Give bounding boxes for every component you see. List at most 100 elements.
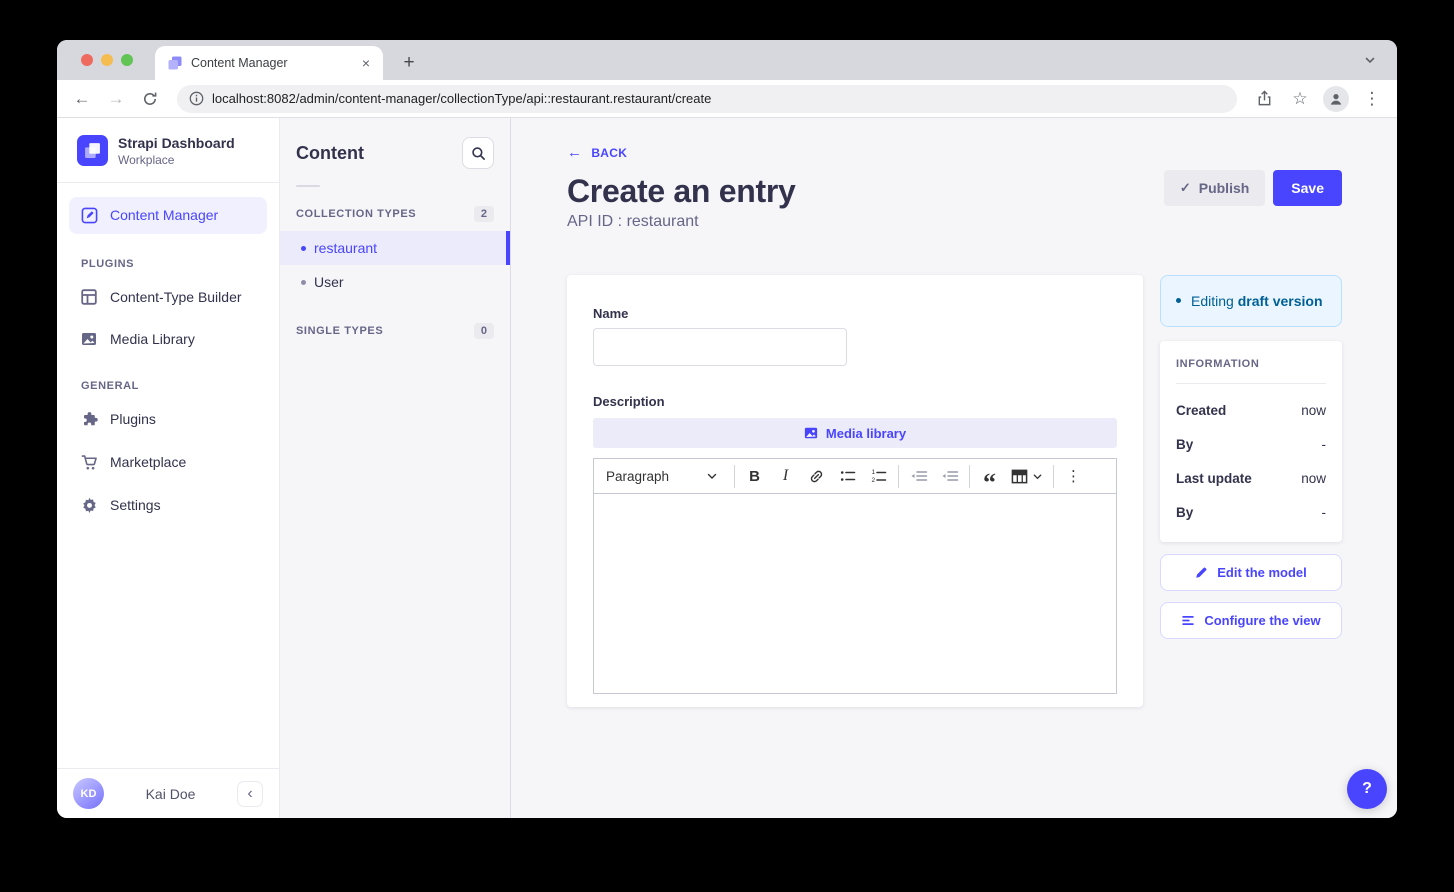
sidebar-item-content-manager[interactable]: Content Manager [69,197,267,234]
draft-status-box: Editing draft version [1160,275,1342,327]
configure-view-button[interactable]: Configure the view [1160,602,1342,639]
subnav-title: Content [296,143,364,164]
count-badge: 0 [474,323,494,339]
paragraph-style-dropdown[interactable]: Paragraph [596,469,730,484]
publish-button[interactable]: ✓ Publish [1164,170,1265,206]
browser-profile-icon[interactable] [1323,86,1349,112]
information-divider [1176,383,1326,384]
brand-title: Strapi Dashboard [118,135,235,153]
toolbar-more-icon[interactable]: ⋮ [1058,462,1089,491]
user-avatar[interactable]: KD [73,778,104,809]
subnav-item-restaurant[interactable]: restaurant [280,231,510,265]
help-button[interactable]: ? [1347,769,1387,809]
link-icon[interactable] [801,462,832,491]
strapi-logo-icon [77,135,108,166]
toolbar-actions: ☆ ⋮ [1251,86,1385,112]
main-sidebar: Strapi Dashboard Workplace Content Manag… [57,118,280,818]
information-title: INFORMATION [1176,358,1326,370]
sidebar-item-marketplace[interactable]: Marketplace [57,441,279,484]
address-bar[interactable]: localhost:8082/admin/content-manager/col… [177,85,1237,113]
page-title: Create an entry [567,173,796,210]
forward-icon[interactable]: → [103,86,129,112]
group-label: SINGLE TYPES [296,325,383,337]
status-dot-icon [1176,298,1181,303]
bookmark-star-icon[interactable]: ☆ [1287,86,1313,112]
gear-icon [81,497,98,514]
toolbar-separator [1053,465,1054,488]
browser-tab[interactable]: Content Manager × [155,46,383,80]
sidebar-item-label: Marketplace [110,454,186,470]
collapse-sidebar-icon[interactable]: ‹ [237,781,263,807]
indent-icon[interactable] [903,462,934,491]
subnav-item-user[interactable]: User [280,265,510,299]
sidebar-item-label: Content Manager [110,207,218,223]
sidebar-item-settings[interactable]: Settings [57,484,279,527]
toolbar-separator [969,465,970,488]
new-tab-button[interactable]: + [395,49,423,77]
bold-icon[interactable]: B [739,462,770,491]
name-input[interactable] [593,328,847,366]
bulleted-list-icon[interactable] [832,462,863,491]
media-library-button[interactable]: Media library [593,418,1117,448]
check-icon: ✓ [1180,180,1191,196]
cart-icon [81,454,98,471]
sidebar-item-content-type-builder[interactable]: Content-Type Builder [57,276,279,318]
group-label: COLLECTION TYPES [296,208,416,220]
toolbar-separator [734,465,735,488]
favicon-strapi-icon [167,55,183,71]
editor-textarea[interactable] [594,494,1116,693]
browser-tabstrip: Content Manager × + [57,40,1397,80]
tab-close-icon[interactable]: × [357,54,375,72]
back-icon[interactable]: ← [69,86,95,112]
outdent-icon[interactable] [934,462,965,491]
browser-toolbar: ← → localhost:8082/admin/content-manager… [57,80,1397,118]
share-icon[interactable] [1251,86,1277,112]
rich-text-editor: Paragraph B I [593,458,1117,694]
content-subnav: Content COLLECTION TYPES 2 restaurant Us… [280,118,511,818]
tab-search-chevron-icon[interactable] [1363,53,1377,67]
information-card: INFORMATION Created now By - Last update [1160,341,1342,542]
site-info-icon[interactable] [189,91,204,106]
subnav-item-label: User [314,274,344,290]
blockquote-icon[interactable]: “ [974,462,1005,491]
svg-text:2: 2 [871,477,875,484]
window-controls [81,54,133,66]
close-window-button[interactable] [81,54,93,66]
sidebar-item-plugins[interactable]: Plugins [57,398,279,441]
configure-lines-icon [1181,614,1195,627]
info-row-last-update: Last update now [1176,471,1326,486]
back-label: BACK [591,146,627,160]
back-link[interactable]: ← BACK [567,144,627,161]
media-image-icon [804,426,818,440]
pencil-icon [1195,566,1208,579]
sidebar-item-media-library[interactable]: Media Library [57,318,279,360]
sidebar-section-plugins: PLUGINS [57,238,279,276]
sidebar-divider [57,182,279,183]
zoom-window-button[interactable] [121,54,133,66]
search-button[interactable] [462,137,494,169]
bullet-icon [301,246,306,251]
sidebar-item-label: Plugins [110,411,156,427]
tab-title: Content Manager [191,56,349,70]
single-types-header: SINGLE TYPES 0 [280,299,510,348]
edit-model-button[interactable]: Edit the model [1160,554,1342,591]
pen-square-icon [81,207,98,224]
sidebar-footer: KD Kai Doe ‹ [57,768,279,818]
api-id-subtitle: API ID : restaurant [567,213,1342,231]
table-icon[interactable] [1005,462,1049,491]
brand-block[interactable]: Strapi Dashboard Workplace [57,118,279,182]
numbered-list-icon[interactable]: 12 [863,462,894,491]
layout-icon [81,289,98,305]
chevron-down-icon [1032,471,1043,482]
subnav-divider [296,185,320,187]
refresh-icon[interactable] [137,86,163,112]
main-content: ← BACK Create an entry ✓ Publish Save AP… [511,118,1397,818]
browser-menu-icon[interactable]: ⋮ [1359,86,1385,112]
sidebar-section-general: GENERAL [57,360,279,398]
info-row-created: Created now [1176,403,1326,418]
save-button[interactable]: Save [1273,170,1342,206]
italic-icon[interactable]: I [770,462,801,491]
toolbar-separator [898,465,899,488]
minimize-window-button[interactable] [101,54,113,66]
entry-form-card: Name Description Media library Paragraph [567,275,1143,707]
